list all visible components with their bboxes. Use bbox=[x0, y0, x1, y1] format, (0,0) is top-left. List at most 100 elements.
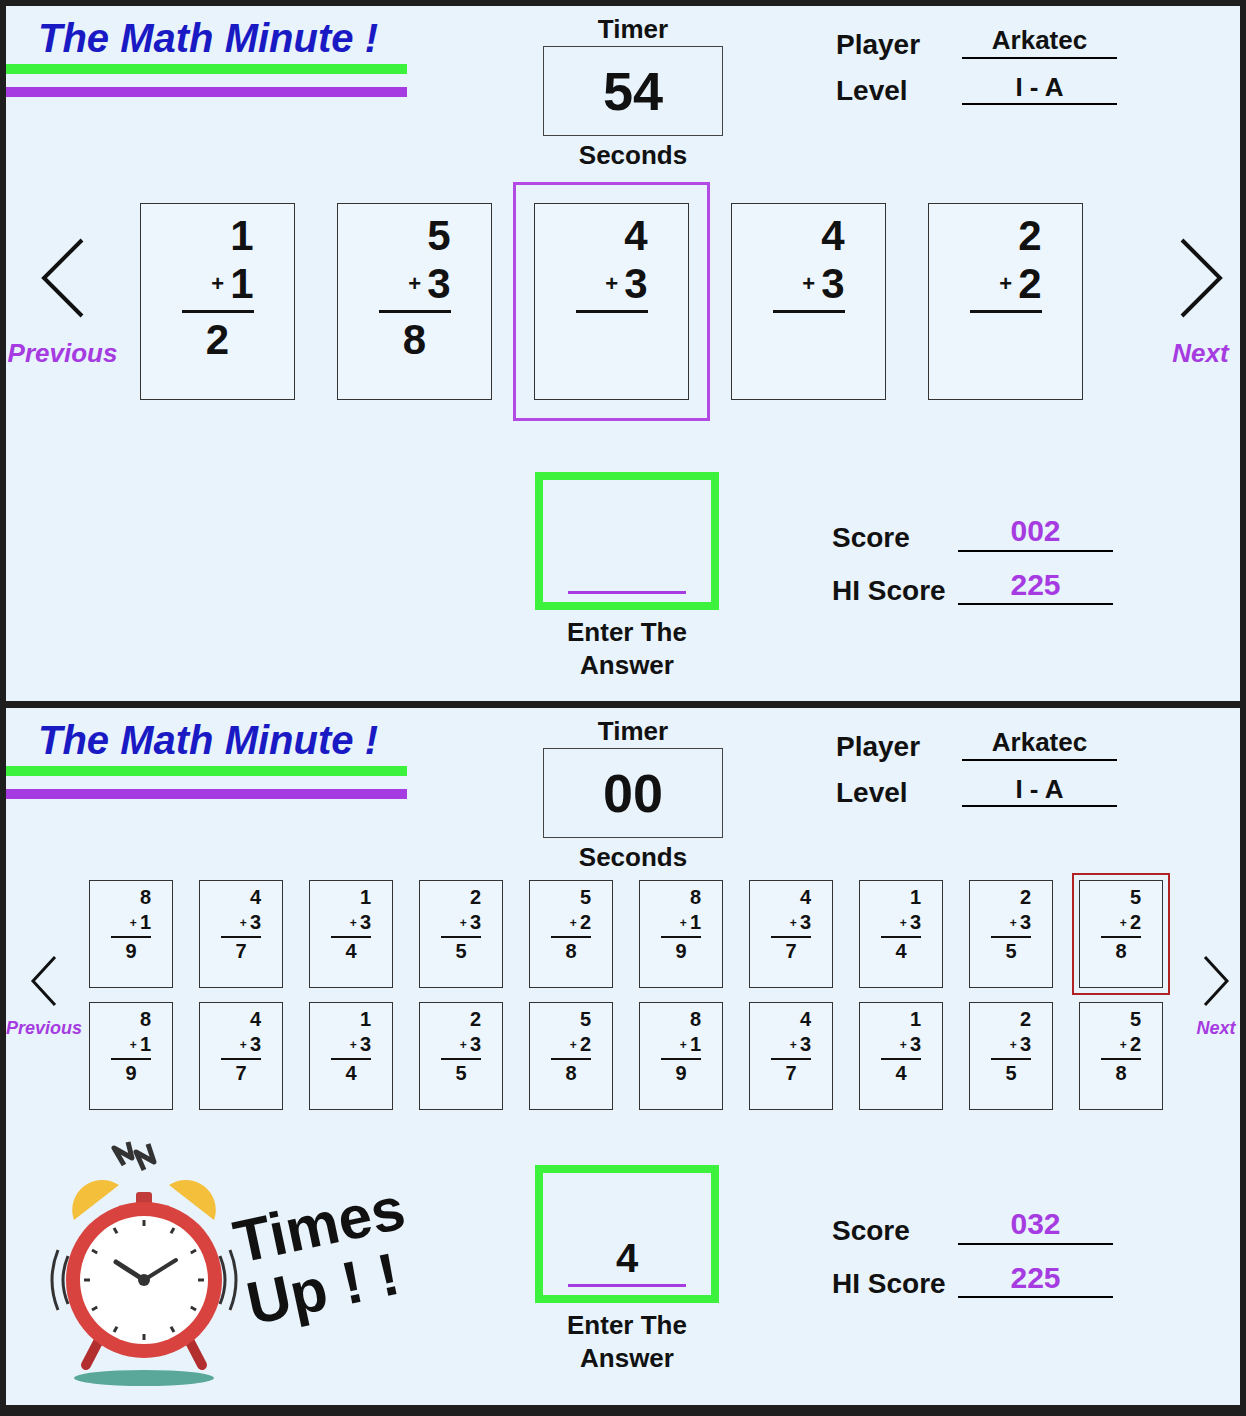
flash-card[interactable]: 5+28 bbox=[529, 880, 613, 988]
flash-card[interactable]: 4+37 bbox=[199, 1002, 283, 1110]
card-answer: 8 bbox=[1101, 1060, 1141, 1086]
card-problem: 2+35 bbox=[441, 1007, 481, 1086]
card-frame[interactable]: 1+34 bbox=[852, 873, 950, 995]
card-frame[interactable]: 2+35 bbox=[412, 873, 510, 995]
card-frame[interactable]: 4+37 bbox=[192, 995, 290, 1117]
answer-label: Enter The Answer bbox=[535, 1309, 719, 1374]
card-frame[interactable]: 8+19 bbox=[82, 995, 180, 1117]
card-operator: + bbox=[1120, 1036, 1127, 1054]
card-problem: 5+38 bbox=[379, 212, 451, 369]
card-bottom-row: +1 bbox=[182, 260, 254, 308]
flash-card[interactable]: 8+19 bbox=[89, 880, 173, 988]
card-answer: 8 bbox=[551, 938, 591, 964]
previous-label[interactable]: Previous bbox=[6, 1019, 82, 1037]
answer-value[interactable]: 4 bbox=[616, 1238, 638, 1278]
card-frame[interactable]: 4+37 bbox=[192, 873, 290, 995]
card-top: 4 bbox=[773, 212, 845, 260]
flash-card[interactable]: 4+37 bbox=[199, 880, 283, 988]
flash-card[interactable]: 2+35 bbox=[969, 1002, 1053, 1110]
flash-card[interactable]: 8+19 bbox=[639, 880, 723, 988]
answer-input[interactable]: 4 bbox=[535, 1165, 719, 1303]
card-line bbox=[1101, 936, 1141, 938]
flash-card[interactable]: 1+34 bbox=[859, 1002, 943, 1110]
card-top: 1 bbox=[881, 885, 921, 910]
card-answer: 5 bbox=[441, 938, 481, 964]
card-frame[interactable]: 8+19 bbox=[632, 995, 730, 1117]
card-frame[interactable]: 1+12 bbox=[119, 182, 316, 421]
card-operator: + bbox=[460, 914, 467, 932]
flash-card[interactable]: 1+34 bbox=[309, 880, 393, 988]
card-frame[interactable]: 5+28 bbox=[1072, 873, 1170, 995]
flash-card[interactable]: 5+28 bbox=[1079, 880, 1163, 988]
card-frame[interactable]: 2+35 bbox=[962, 873, 1060, 995]
previous-button[interactable]: Previous bbox=[6, 236, 119, 366]
card-bottom-row: +2 bbox=[1101, 910, 1141, 935]
flash-card[interactable]: 8+19 bbox=[639, 1002, 723, 1110]
hi-score-value: 225 bbox=[958, 566, 1113, 606]
card-problem: 2+35 bbox=[441, 885, 481, 964]
card-top: 8 bbox=[661, 885, 701, 910]
card-operator: + bbox=[240, 914, 247, 932]
card-line bbox=[991, 936, 1031, 938]
green-bar bbox=[6, 766, 407, 776]
flash-card[interactable]: 2+35 bbox=[419, 1002, 503, 1110]
card-carousel: Previous8+194+371+342+355+288+194+371+34… bbox=[6, 873, 1240, 1117]
card-frame[interactable]: 1+34 bbox=[852, 995, 950, 1117]
flash-card[interactable]: 2+2 bbox=[928, 203, 1083, 400]
answer-area: Enter The AnswerScore002HI Score225 bbox=[6, 472, 1240, 701]
card-frame[interactable]: 5+28 bbox=[522, 873, 620, 995]
flash-card[interactable]: 5+28 bbox=[529, 1002, 613, 1110]
card-frame[interactable]: 1+34 bbox=[302, 873, 400, 995]
score-panel: Score032HI Score225 bbox=[832, 1205, 1113, 1298]
flash-card[interactable]: 4+3 bbox=[534, 203, 689, 400]
level-label: Level bbox=[836, 779, 962, 807]
next-label[interactable]: Next bbox=[1172, 340, 1228, 366]
game-title: The Math Minute ! bbox=[6, 14, 416, 62]
card-frame[interactable]: 8+19 bbox=[632, 873, 730, 995]
card-line bbox=[576, 310, 648, 313]
card-bottom: 1 bbox=[140, 1032, 151, 1057]
previous-label[interactable]: Previous bbox=[8, 340, 118, 366]
flash-card[interactable]: 5+38 bbox=[337, 203, 492, 400]
answer-input[interactable] bbox=[535, 472, 719, 610]
flash-card[interactable]: 5+28 bbox=[1079, 1002, 1163, 1110]
next-label[interactable]: Next bbox=[1196, 1019, 1235, 1037]
card-top: 1 bbox=[182, 212, 254, 260]
card-frame[interactable]: 4+37 bbox=[742, 873, 840, 995]
card-frame[interactable]: 4+3 bbox=[710, 182, 907, 421]
card-frame[interactable]: 5+28 bbox=[1072, 995, 1170, 1117]
card-frame[interactable]: 2+35 bbox=[412, 995, 510, 1117]
card-answer: 7 bbox=[771, 1060, 811, 1086]
chevron-right-icon bbox=[1176, 236, 1226, 320]
previous-button[interactable]: Previous bbox=[6, 953, 82, 1037]
next-button[interactable]: Next bbox=[1178, 953, 1240, 1037]
timer-unit: Seconds bbox=[579, 142, 687, 168]
flash-card[interactable]: 1+34 bbox=[859, 880, 943, 988]
next-button[interactable]: Next bbox=[1144, 236, 1240, 366]
card-frame[interactable]: 8+19 bbox=[82, 873, 180, 995]
card-bottom: 3 bbox=[624, 260, 647, 308]
card-bottom: 3 bbox=[800, 1032, 811, 1057]
card-frame[interactable]: 5+38 bbox=[316, 182, 513, 421]
card-line bbox=[182, 310, 254, 313]
flash-card[interactable]: 4+37 bbox=[749, 880, 833, 988]
card-frame[interactable]: 2+2 bbox=[907, 182, 1104, 421]
flash-card[interactable]: 2+35 bbox=[969, 880, 1053, 988]
flash-card[interactable]: 1+34 bbox=[309, 1002, 393, 1110]
flash-card[interactable]: 2+35 bbox=[419, 880, 503, 988]
card-problem: 4+3 bbox=[576, 212, 648, 369]
card-problem: 8+19 bbox=[661, 885, 701, 964]
card-answer: 8 bbox=[379, 313, 451, 368]
card-frame[interactable]: 4+37 bbox=[742, 995, 840, 1117]
card-frame[interactable]: 5+28 bbox=[522, 995, 620, 1117]
card-frame[interactable]: 2+35 bbox=[962, 995, 1060, 1117]
card-frame[interactable]: 4+3 bbox=[513, 182, 710, 421]
flash-card[interactable]: 4+3 bbox=[731, 203, 886, 400]
card-problem: 1+34 bbox=[331, 1007, 371, 1086]
card-frame[interactable]: 1+34 bbox=[302, 995, 400, 1117]
flash-card[interactable]: 4+37 bbox=[749, 1002, 833, 1110]
flash-card[interactable]: 8+19 bbox=[89, 1002, 173, 1110]
timer: Timer54Seconds bbox=[543, 6, 723, 171]
hi-score-row: HI Score225 bbox=[832, 566, 1113, 606]
flash-card[interactable]: 1+12 bbox=[140, 203, 295, 400]
